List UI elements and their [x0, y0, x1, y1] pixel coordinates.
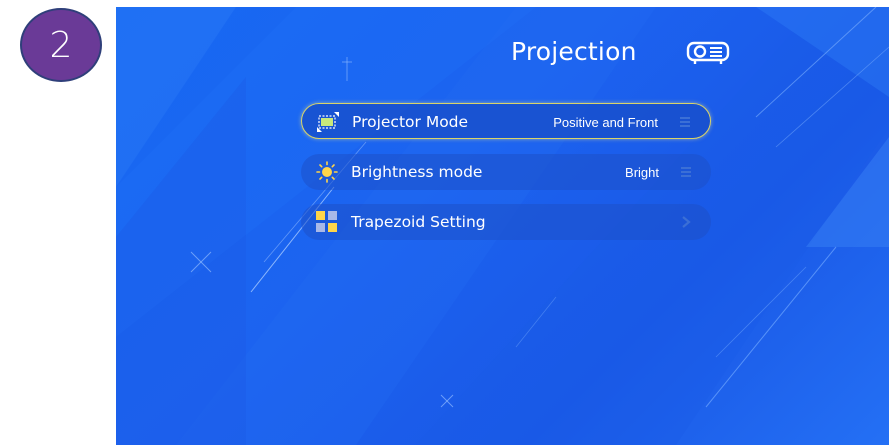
menu-item-projector-mode[interactable]: Projector Mode Positive and Front: [301, 103, 711, 139]
menu-item-label: Trapezoid Setting: [351, 213, 486, 231]
step-badge: 2: [20, 8, 102, 82]
menu-item-value: Positive and Front: [553, 115, 658, 130]
menu-item-label: Brightness mode: [351, 163, 483, 181]
menu-item-label: Projector Mode: [352, 113, 469, 131]
list-icon: [681, 167, 691, 177]
sun-icon: [316, 161, 338, 183]
projector-screen: Projection Projector Mode Positive and F…: [116, 7, 889, 445]
projector-mode-icon: [317, 112, 339, 132]
menu-item-trapezoid-setting[interactable]: Trapezoid Setting: [301, 204, 711, 240]
menu-item-brightness-mode[interactable]: Brightness mode Bright: [301, 154, 711, 190]
list-icon: [680, 117, 690, 127]
menu-item-value: Bright: [625, 165, 659, 180]
tiles-icon: [316, 211, 337, 232]
chevron-right-icon: [682, 216, 691, 228]
step-number: 2: [49, 24, 73, 66]
page-title: Projection: [511, 37, 637, 66]
projector-icon: [686, 41, 730, 64]
